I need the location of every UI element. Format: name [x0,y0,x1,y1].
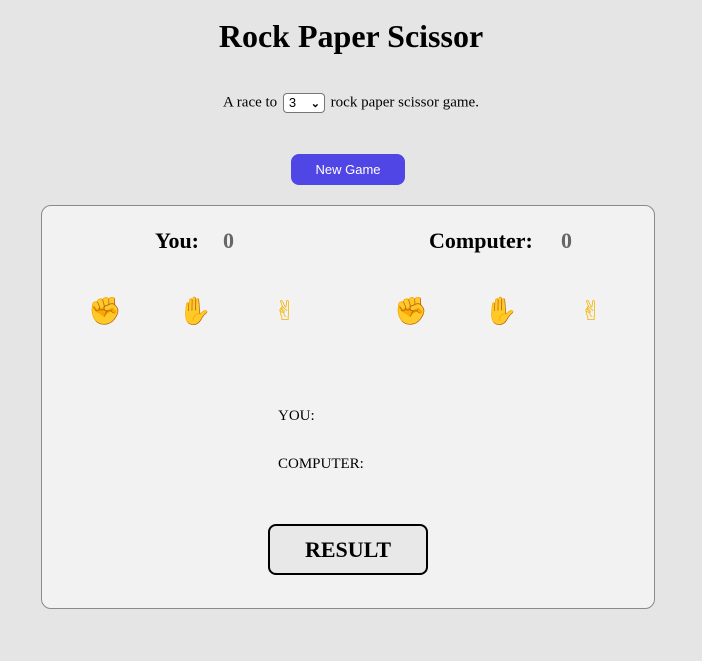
player-scissor-icon[interactable]: ✌ [267,294,303,330]
race-target-select[interactable]: 3 ⌄ [282,93,325,113]
player-rock-icon[interactable]: ✊ [87,294,123,330]
new-game-button[interactable]: New Game [291,154,405,185]
result-button[interactable]: RESULT [268,524,428,575]
player-paper-icon[interactable]: ✋ [177,294,213,330]
computer-scissor-icon: ✌ [579,296,603,327]
race-target-value: 3 [288,95,297,110]
computer-score-label: Computer: [429,228,533,253]
computer-paper-icon: ✋ [484,296,518,327]
chevron-down-icon: ⌄ [310,98,320,110]
computer-score-value: 0 [561,228,572,253]
game-board: You: 0 Computer: 0 ✊ ✋ ✌ ✊ ✋ ✌ YOU: COMP… [41,205,655,609]
race-prefix: A race to [223,94,278,111]
computer-rock-icon: ✊ [394,296,428,327]
player-score-value: 0 [223,228,234,253]
player-pick-label: YOU: [278,408,315,424]
race-suffix: rock paper scissor game. [330,94,479,111]
page-title: Rock Paper Scissor [218,18,484,54]
player-score-label: You: [155,228,200,253]
computer-pick-label: COMPUTER: [278,456,364,472]
race-description: A race to 3 ⌄ rock paper scissor game. [0,93,702,113]
